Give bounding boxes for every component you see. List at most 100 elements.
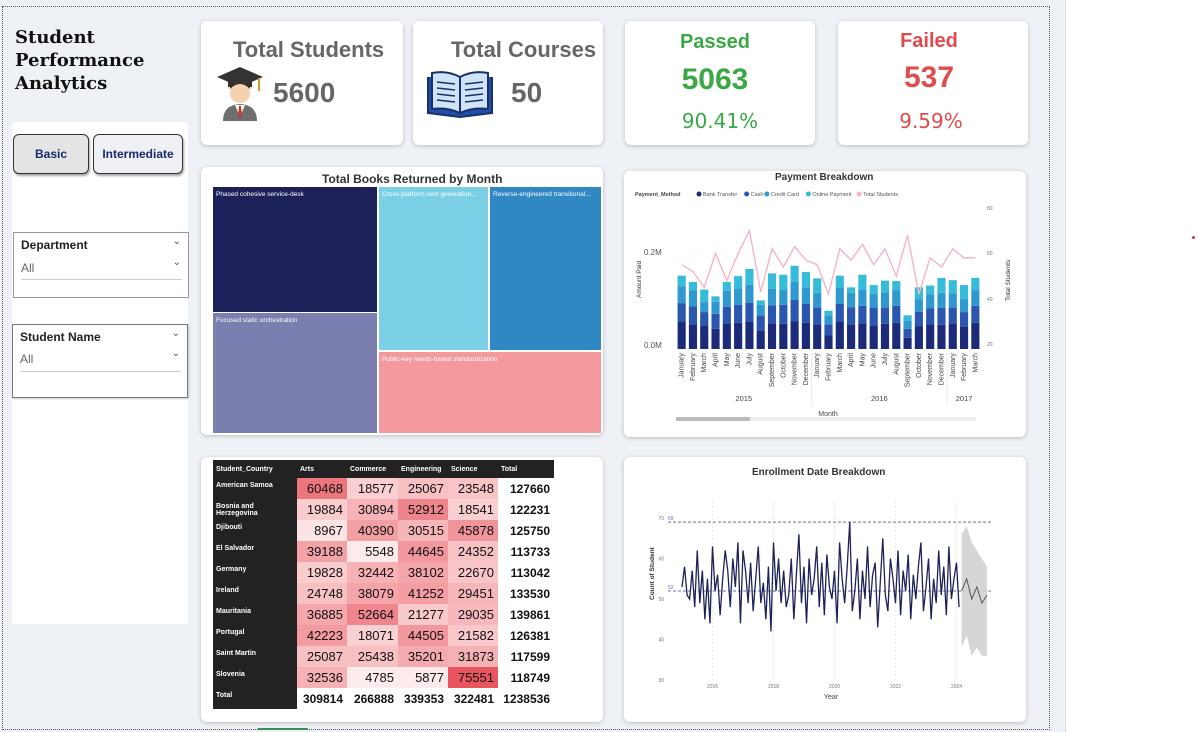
bar-segment [767, 305, 777, 324]
matrix-row-total: 133530 [498, 583, 554, 604]
bar-segment [869, 294, 878, 308]
intermediate-button[interactable]: Intermediate [93, 134, 183, 174]
matrix-column-header[interactable]: Commerce [347, 460, 398, 478]
bar-segment [813, 307, 822, 325]
bar-segment [835, 275, 844, 288]
department-value[interactable]: All [21, 261, 34, 275]
total-students-card: Total Students 5600 [201, 21, 403, 145]
x-tick-label: 2022 [890, 684, 901, 690]
failed-card: Failed 537 9.59% [838, 21, 1028, 145]
matrix-column-total: 339353 [398, 688, 448, 709]
y2-tick-label: 20 [987, 342, 993, 348]
matrix-cell: 32442 [347, 562, 398, 583]
matrix-row[interactable]: Germany 19828 32442 38102 22670 113042 [213, 562, 554, 583]
bar-segment [948, 293, 957, 308]
matrix-row[interactable]: El Salvador 39188 5548 44645 24352 113733 [213, 541, 554, 562]
treemap-tile[interactable]: Public-key needs-based standardization [378, 351, 602, 434]
matrix-cell: 21277 [398, 604, 448, 625]
matrix-row[interactable]: Bosnia and Herzegovina 19884 30894 52912 185… [213, 499, 554, 520]
student-name-value[interactable]: All [20, 352, 33, 366]
department-slicer[interactable]: Department ⌄ All ⌄ [13, 232, 189, 298]
y2-tick-label: 80 [987, 206, 993, 212]
bar-segment [948, 280, 957, 294]
treemap-tile[interactable]: Cross-platform next generation... [378, 186, 489, 351]
student-graduate-icon [217, 67, 263, 121]
forecast-band [961, 526, 987, 656]
matrix-column-header[interactable]: Total [498, 460, 554, 478]
matrix-row[interactable]: Portugal 42223 18071 44505 21582 126381 [213, 625, 554, 646]
matrix-cell: 30894 [347, 499, 398, 520]
passed-percent: 90.41% [681, 109, 759, 133]
chevron-down-icon[interactable]: ⌄ [173, 236, 181, 247]
bar-segment [801, 322, 810, 349]
matrix-header-row: Student_Country Arts Commerce Engineering Sc… [213, 460, 554, 478]
chevron-down-icon[interactable]: ⌄ [172, 348, 180, 359]
bar-segment [700, 312, 709, 326]
dashboard-canvas: Student Performance Analytics Basic Inte… [0, 0, 1066, 732]
chevron-down-icon[interactable]: ⌄ [172, 328, 180, 339]
x-tick-label: March [701, 353, 708, 373]
matrix-column-total: 322481 [448, 688, 498, 709]
matrix-row[interactable]: Saint Martin 25087 25438 35201 31873 117599 [213, 646, 554, 667]
chevron-down-icon[interactable]: ⌄ [173, 257, 181, 268]
bar-segment [971, 305, 980, 323]
total-courses-value: 50 [511, 77, 543, 108]
bar-segment [767, 273, 777, 289]
matrix-column-header[interactable]: Arts [297, 460, 347, 478]
bar-segment [722, 290, 731, 307]
bar-segment [903, 315, 912, 321]
matrix-column-header[interactable]: Student_Country [213, 460, 297, 478]
bar-segment [756, 315, 765, 331]
x-tick-label: April [848, 353, 855, 367]
bar-segment [926, 294, 935, 309]
matrix-row-header: Germany [213, 562, 297, 583]
treemap-tile[interactable]: Phased cohesive service-desk [212, 186, 378, 314]
x-tick-label: October [780, 352, 787, 378]
x-tick-label: January [814, 353, 821, 378]
matrix-row-header: Bosnia and Herzegovina [213, 499, 297, 520]
bar-segment [869, 325, 878, 349]
matrix-row-header: El Salvador [213, 541, 297, 562]
matrix-row[interactable]: Mauritania 36885 52664 21277 29035 139861 [213, 604, 554, 625]
matrix-cell: 19828 [297, 562, 347, 583]
legend-marker [764, 191, 770, 197]
treemap-tile-label: Reverse-engineered transitional... [493, 191, 591, 198]
matrix-cell: 22670 [448, 562, 498, 583]
bar-segment [790, 299, 799, 322]
legend-label: Credit Card [771, 192, 799, 198]
matrix-cell: 38102 [398, 562, 448, 583]
x-tick-label: September [905, 352, 912, 387]
bar-segment [937, 277, 946, 293]
matrix-row[interactable]: Slovenia 32536 4785 5877 75551 118749 [213, 667, 554, 688]
scrollbar-thumb [676, 417, 750, 421]
bar-segment [847, 324, 856, 349]
bar-segment [745, 268, 754, 285]
bar-segment [700, 302, 709, 313]
total-courses-card: Total Courses 50 [413, 21, 603, 145]
bar-segment [688, 281, 698, 291]
matrix-column-header[interactable]: Engineering [398, 460, 448, 478]
student-name-slicer[interactable]: Student Name ⌄ All ⌄ [12, 324, 188, 398]
bar-segment [926, 324, 935, 349]
matrix-column-header[interactable]: Science [448, 460, 498, 478]
enrollment-title: Enrollment Date Breakdown [752, 467, 886, 478]
treemap-tile-label: Cross-platform next generation... [382, 191, 477, 198]
treemap-tile[interactable]: Reverse-engineered transitional... [489, 186, 602, 351]
matrix-row[interactable]: American Samoa 60468 18577 25067 23548 127660 [213, 478, 554, 499]
legend-marker [856, 191, 862, 197]
treemap-tile[interactable]: Focused static orchestration [212, 312, 378, 434]
basic-button[interactable]: Basic [13, 134, 89, 174]
app-title-line-3: Analytics [15, 73, 108, 94]
x-tick-label: January [950, 353, 957, 378]
bar-segment [745, 322, 754, 349]
matrix-row[interactable]: Djibouti 8967 40390 30515 45878 125750 [213, 520, 554, 541]
bar-segment [745, 284, 754, 303]
app-title-line-2: Performance [15, 50, 145, 71]
open-book-icon [427, 71, 493, 119]
enrollment-chart: 70 60 50 40 30 2016 2018 2020 2022 2024 Count of S… [649, 502, 992, 701]
page-scroll-indicator[interactable] [258, 728, 308, 730]
matrix-row[interactable]: Ireland 24748 38079 41252 29451 133530 [213, 583, 554, 604]
x-tick-label: February [826, 353, 833, 382]
bar-segment [790, 265, 799, 282]
x-tick-label: July [882, 353, 889, 366]
